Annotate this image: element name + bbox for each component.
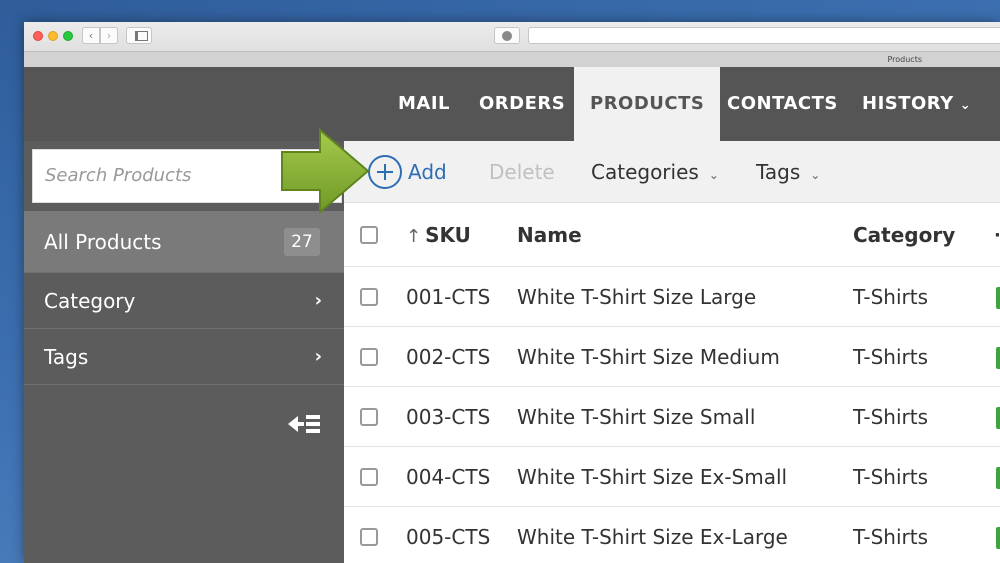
chevron-down-icon: ⌄ bbox=[810, 168, 821, 182]
cell-category: T-Shirts bbox=[853, 285, 929, 309]
show-sidebar-button[interactable] bbox=[126, 27, 152, 44]
tab-history[interactable]: HISTORY ⌄ bbox=[862, 67, 971, 141]
tags-label: Tags bbox=[756, 160, 801, 184]
status-badge bbox=[996, 527, 1000, 549]
cell-category: T-Shirts bbox=[853, 465, 929, 489]
toolbar: Add Delete Categories ⌄ Tags ⌄ bbox=[344, 141, 1000, 203]
sidebar-item-label: All Products bbox=[44, 230, 162, 254]
cell-sku: 004-CTS bbox=[406, 465, 491, 489]
address-bar[interactable] bbox=[528, 27, 1000, 44]
sidebar-item-all-products[interactable]: All Products 27 bbox=[24, 211, 344, 273]
cell-sku: 005-CTS bbox=[406, 525, 491, 549]
table-row[interactable]: 003-CTS White T-Shirt Size Small T-Shirt… bbox=[344, 387, 1000, 447]
close-window-button[interactable] bbox=[33, 31, 43, 41]
sidebar-item-label: Category bbox=[44, 289, 136, 313]
top-navigation: MAIL ORDERS PRODUCTS CONTACTS HISTORY ⌄ bbox=[24, 67, 1000, 141]
tab-history-label: HISTORY bbox=[862, 93, 954, 114]
cell-name: White T-Shirt Size Large bbox=[517, 285, 757, 309]
arrow-right-icon bbox=[281, 128, 370, 214]
table-row[interactable]: 005-CTS White T-Shirt Size Ex-Large T-Sh… bbox=[344, 507, 1000, 563]
table-row[interactable]: 002-CTS White T-Shirt Size Medium T-Shir… bbox=[344, 327, 1000, 387]
column-header-name[interactable]: Name bbox=[517, 203, 582, 267]
cell-name: White T-Shirt Size Ex-Large bbox=[517, 525, 788, 549]
column-header-sku[interactable]: ↑ SKU bbox=[406, 203, 471, 269]
sidebar-item-label: Tags bbox=[44, 345, 89, 369]
sidebar-item-tags[interactable]: Tags › bbox=[24, 329, 344, 385]
products-table: ↑SKU Name Category · 001-CTS White T-Shi… bbox=[344, 203, 1000, 563]
extension-button[interactable] bbox=[494, 27, 520, 44]
column-label: SKU bbox=[425, 223, 471, 247]
count-badge: 27 bbox=[284, 228, 320, 256]
column-header-category[interactable]: Category bbox=[853, 203, 955, 267]
add-label: Add bbox=[408, 160, 447, 184]
categories-label: Categories bbox=[591, 160, 699, 184]
categories-dropdown[interactable]: Categories ⌄ bbox=[591, 141, 719, 203]
row-checkbox[interactable] bbox=[360, 528, 378, 546]
minimize-window-button[interactable] bbox=[48, 31, 58, 41]
cell-sku: 003-CTS bbox=[406, 405, 491, 429]
cell-category: T-Shirts bbox=[853, 525, 929, 549]
table-row[interactable]: 001-CTS White T-Shirt Size Large T-Shirt… bbox=[344, 267, 1000, 327]
chevron-down-icon: ⌄ bbox=[708, 168, 719, 182]
forward-button[interactable]: › bbox=[100, 27, 118, 44]
zoom-window-button[interactable] bbox=[63, 31, 73, 41]
tab-orders[interactable]: ORDERS bbox=[479, 67, 565, 141]
cell-name: White T-Shirt Size Small bbox=[517, 405, 756, 429]
search-placeholder: Search Products bbox=[45, 165, 192, 186]
row-checkbox[interactable] bbox=[360, 348, 378, 366]
add-button[interactable]: Add bbox=[368, 141, 447, 203]
collapse-sidebar-icon[interactable] bbox=[288, 413, 320, 435]
row-checkbox[interactable] bbox=[360, 408, 378, 426]
row-checkbox[interactable] bbox=[360, 288, 378, 306]
chevron-right-icon: › bbox=[314, 346, 322, 367]
chevron-down-icon: ⌄ bbox=[959, 98, 972, 113]
sidebar-item-category[interactable]: Category › bbox=[24, 273, 344, 329]
chevron-left-icon: ‹ bbox=[88, 29, 94, 42]
cell-sku: 002-CTS bbox=[406, 345, 491, 369]
browser-chrome: ‹ › Products bbox=[24, 22, 1000, 67]
table-row[interactable]: 004-CTS White T-Shirt Size Ex-Small T-Sh… bbox=[344, 447, 1000, 507]
status-badge bbox=[996, 287, 1000, 309]
back-button[interactable]: ‹ bbox=[82, 27, 100, 44]
status-badge bbox=[996, 407, 1000, 429]
cell-name: White T-Shirt Size Ex-Small bbox=[517, 465, 788, 489]
sort-up-icon: ↑ bbox=[406, 226, 422, 247]
delete-button[interactable]: Delete bbox=[489, 141, 555, 203]
table-header: ↑SKU Name Category · bbox=[344, 203, 1000, 267]
row-checkbox[interactable] bbox=[360, 468, 378, 486]
chevron-right-icon: › bbox=[106, 29, 112, 42]
cell-category: T-Shirts bbox=[853, 405, 929, 429]
chevron-right-icon: › bbox=[314, 290, 322, 311]
cell-category: T-Shirts bbox=[853, 345, 929, 369]
tab-contacts[interactable]: CONTACTS bbox=[727, 67, 838, 141]
column-header-truncated: · bbox=[994, 225, 1000, 246]
tab-mail[interactable]: MAIL bbox=[398, 67, 450, 141]
cell-sku: 001-CTS bbox=[406, 285, 491, 309]
tags-dropdown[interactable]: Tags ⌄ bbox=[756, 141, 820, 203]
status-badge bbox=[996, 347, 1000, 369]
plus-circle-icon bbox=[368, 154, 402, 189]
browser-tab-title[interactable]: Products bbox=[24, 51, 1000, 67]
status-badge bbox=[996, 467, 1000, 489]
browser-window: ‹ › Products MAIL ORDERS PRODUCTS CONTAC… bbox=[24, 22, 1000, 563]
select-all-checkbox[interactable] bbox=[360, 226, 378, 244]
tab-products[interactable]: PRODUCTS bbox=[574, 67, 721, 141]
cell-name: White T-Shirt Size Medium bbox=[517, 345, 780, 369]
